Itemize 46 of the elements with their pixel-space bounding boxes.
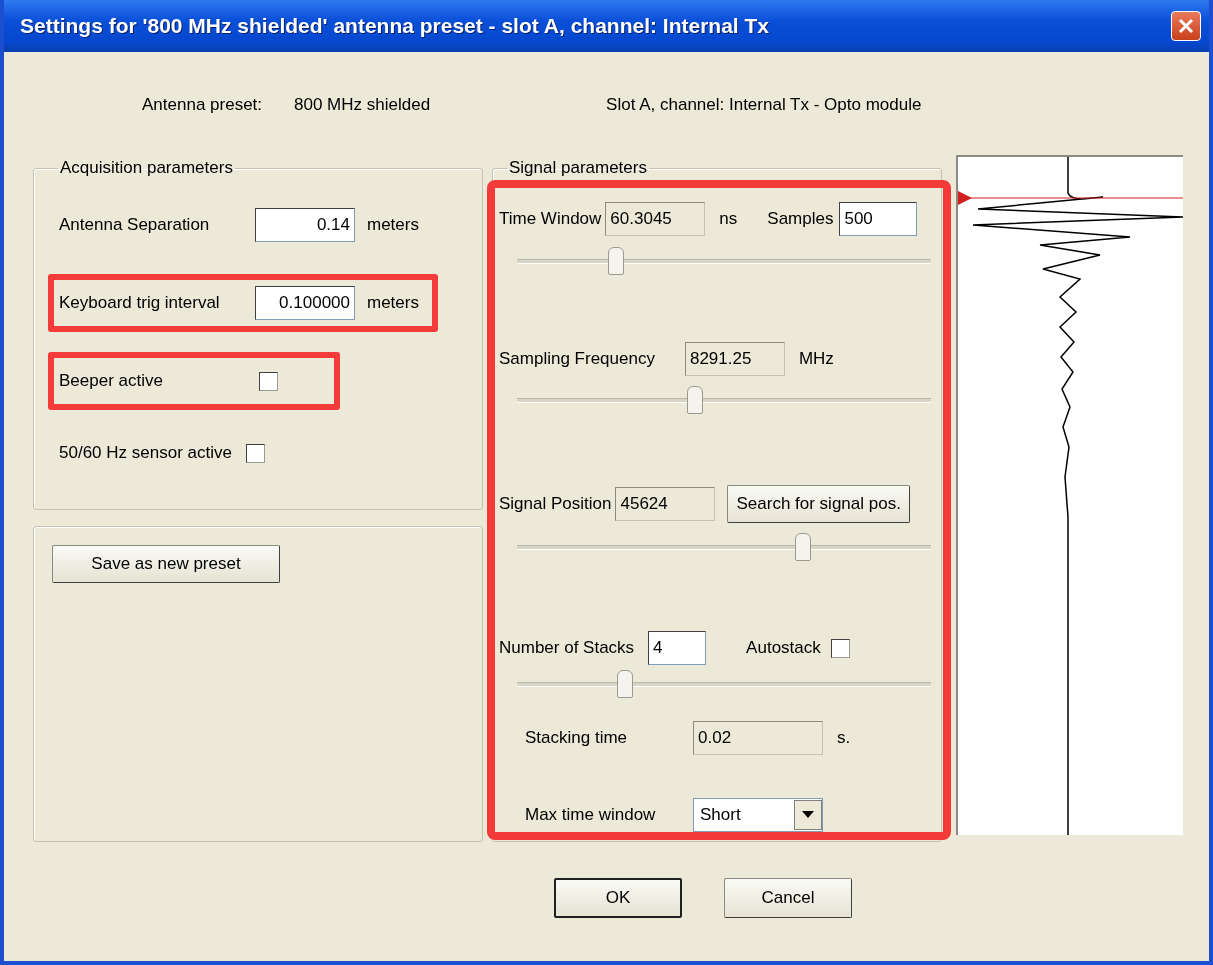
dropdown[interactable]: Short bbox=[693, 797, 823, 832]
slider-thumb[interactable] bbox=[687, 386, 703, 415]
channel-info: Slot A, channel: Internal Tx - Opto module bbox=[606, 95, 922, 115]
input-field[interactable]: 500 bbox=[839, 202, 918, 237]
search-signal-button[interactable]: Search for signal pos. bbox=[727, 484, 910, 523]
unit-label: meters bbox=[367, 293, 419, 313]
caret-icon bbox=[802, 811, 814, 819]
group-title: Acquisition parameters bbox=[59, 158, 234, 178]
group-title: Signal parameters bbox=[508, 158, 648, 178]
input-field[interactable]: 45624 bbox=[615, 486, 716, 521]
field-label: Max time window bbox=[525, 804, 657, 825]
window-title: Settings for '800 MHz shielded' antenna preset - slot A, channel: Internal Tx bbox=[20, 14, 770, 38]
unit-label: s. bbox=[837, 727, 851, 748]
save-preset-button[interactable]: Save as new preset bbox=[52, 545, 280, 583]
cancel-button[interactable]: Cancel bbox=[724, 878, 852, 918]
input-field[interactable]: 0.100000 bbox=[255, 286, 355, 320]
slider-thumb[interactable] bbox=[794, 532, 811, 561]
input-field[interactable]: 0.02 bbox=[693, 720, 823, 755]
input-field[interactable]: 60.3045 bbox=[605, 202, 706, 237]
preset-name: 800 MHz shielded bbox=[294, 95, 431, 115]
field-label: Stacking time bbox=[525, 727, 629, 748]
field-label: Sampling Frequency bbox=[499, 348, 655, 369]
field-label: Antenna Separation bbox=[59, 215, 211, 235]
checkbox-label: Autostack bbox=[746, 638, 821, 659]
ok-button[interactable]: OK bbox=[554, 878, 682, 918]
checkbox[interactable] bbox=[259, 371, 278, 391]
field-label: Keyboard trig interval bbox=[59, 293, 221, 313]
input-field[interactable]: 4 bbox=[648, 631, 707, 666]
checkbox[interactable] bbox=[830, 638, 850, 658]
slider-thumb[interactable] bbox=[608, 246, 625, 275]
close-button[interactable] bbox=[1171, 11, 1201, 41]
unit-label: ns bbox=[719, 209, 738, 230]
field-label: Time Window bbox=[499, 209, 602, 230]
field-label: Samples bbox=[767, 209, 834, 230]
field-label: Signal Position bbox=[499, 493, 612, 514]
slider-thumb[interactable] bbox=[616, 669, 633, 698]
input-field[interactable]: 8291.25 bbox=[684, 341, 785, 376]
checkbox-label: Beeper active bbox=[59, 371, 164, 391]
field-label: Number of Stacks bbox=[499, 638, 635, 659]
checkbox[interactable] bbox=[245, 443, 265, 463]
close-icon bbox=[1178, 18, 1194, 34]
unit-label: MHz bbox=[798, 348, 834, 369]
preset-label: Antenna preset: bbox=[142, 95, 263, 115]
input-field[interactable]: 0.14 bbox=[255, 208, 355, 242]
checkbox-label: 50/60 Hz sensor active bbox=[59, 443, 232, 463]
unit-label: meters bbox=[367, 215, 419, 235]
